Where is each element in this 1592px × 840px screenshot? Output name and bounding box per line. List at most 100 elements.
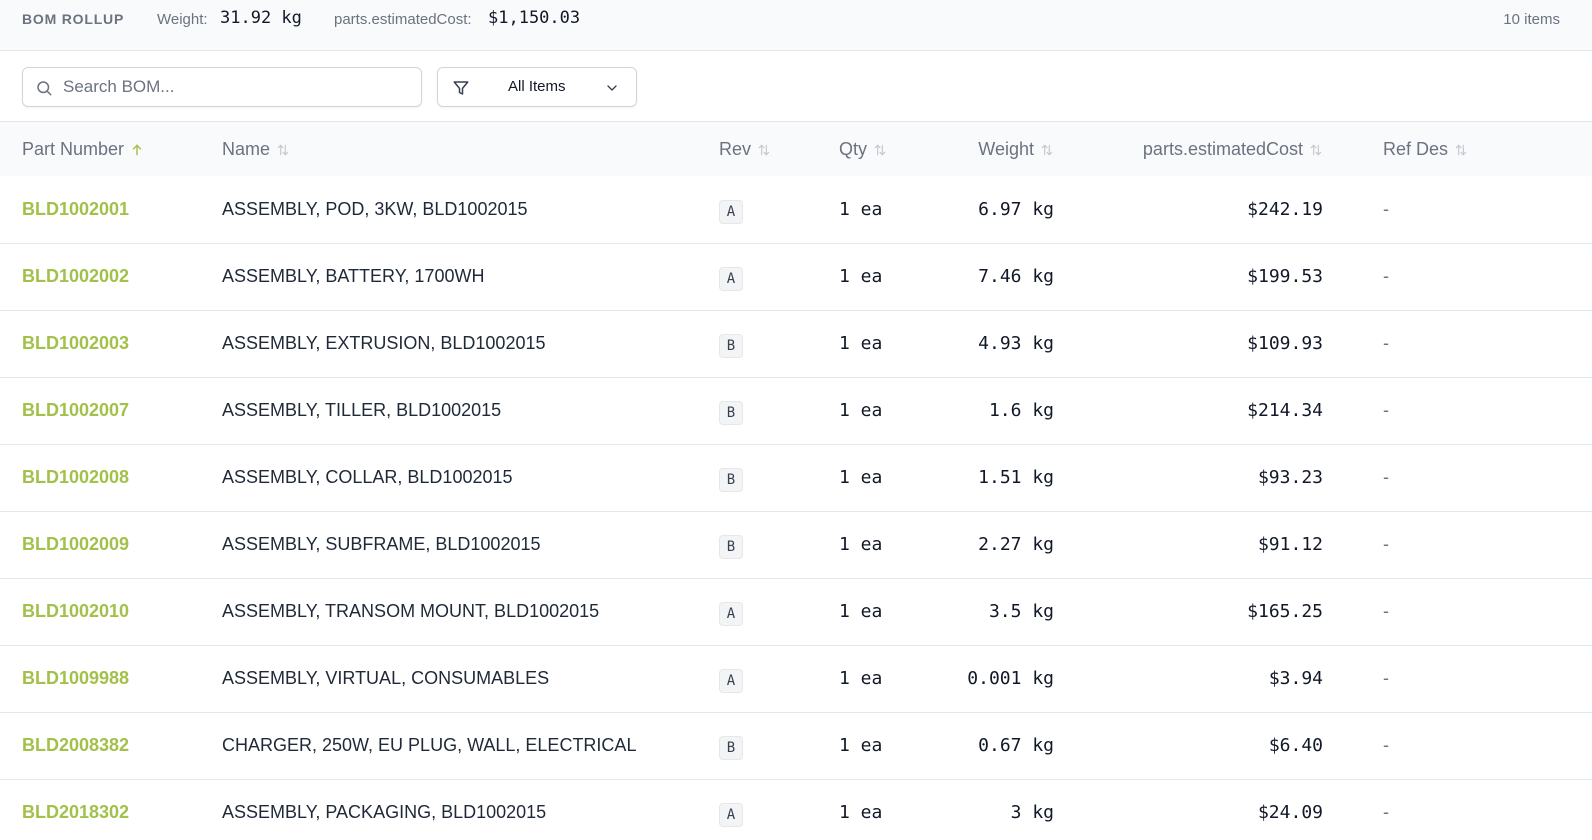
table-row[interactable]: BLD1002010 ASSEMBLY, TRANSOM MOUNT, BLD1… (0, 579, 1592, 646)
ref-des: - (1383, 735, 1389, 755)
table-row[interactable]: BLD1002008 ASSEMBLY, COLLAR, BLD1002015 … (0, 445, 1592, 512)
part-number-link[interactable]: BLD1009988 (22, 668, 129, 689)
table-row[interactable]: BLD1002009 ASSEMBLY, SUBFRAME, BLD100201… (0, 512, 1592, 579)
quantity: 1 ea (839, 199, 883, 220)
filter-selected-value: All Items (508, 78, 566, 95)
part-number-link[interactable]: BLD1002003 (22, 333, 129, 354)
part-name: CHARGER, 250W, EU PLUG, WALL, ELECTRICAL (222, 735, 637, 755)
sort-icon (1310, 144, 1322, 155)
part-name: ASSEMBLY, BATTERY, 1700WH (222, 266, 485, 286)
estimated-cost: $93.23 (1257, 467, 1323, 488)
search-box[interactable] (22, 67, 422, 107)
filter-icon (453, 81, 469, 95)
weight: 7.46 kg (978, 266, 1054, 287)
ref-des: - (1383, 199, 1389, 219)
column-header-ref-des[interactable]: Ref Des (1383, 139, 1468, 160)
quantity: 1 ea (839, 668, 883, 689)
weight: 3 kg (1010, 802, 1054, 823)
search-input[interactable] (63, 68, 413, 106)
column-header-weight[interactable]: Weight (978, 139, 1054, 160)
weight: 6.97 kg (978, 199, 1054, 220)
revision-badge: B (719, 401, 743, 425)
ref-des: - (1383, 601, 1389, 621)
ref-des: - (1383, 400, 1389, 420)
quantity: 1 ea (839, 400, 883, 421)
weight: 4.93 kg (978, 333, 1054, 354)
table-row[interactable]: BLD1002001 ASSEMBLY, POD, 3KW, BLD100201… (0, 177, 1592, 244)
weight: 3.5 kg (988, 601, 1054, 622)
part-number-link[interactable]: BLD1002002 (22, 266, 129, 287)
sort-icon (1455, 144, 1467, 155)
part-name: ASSEMBLY, TRANSOM MOUNT, BLD1002015 (222, 601, 600, 621)
ref-des: - (1383, 802, 1389, 822)
chevron-down-icon (607, 85, 617, 91)
ref-des: - (1383, 534, 1389, 554)
part-name: ASSEMBLY, POD, 3KW, BLD1002015 (222, 199, 528, 219)
sort-icon (758, 144, 770, 155)
column-header-estimated-cost[interactable]: parts.estimatedCost (1143, 139, 1323, 160)
estimated-cost: $91.12 (1257, 534, 1323, 555)
estimated-cost: $165.25 (1247, 601, 1323, 622)
weight-total: 31.92 kg (220, 8, 302, 28)
rollup-title: BOM ROLLUP (22, 11, 125, 27)
column-header-rev[interactable]: Rev (719, 139, 771, 160)
filter-dropdown[interactable]: All Items (437, 67, 637, 107)
part-name: ASSEMBLY, COLLAR, BLD1002015 (222, 467, 513, 487)
part-number-link[interactable]: BLD1002010 (22, 601, 129, 622)
sort-ascending-icon (132, 144, 142, 155)
quantity: 1 ea (839, 333, 883, 354)
quantity: 1 ea (839, 601, 883, 622)
revision-badge: B (719, 736, 743, 760)
revision-badge: A (719, 267, 743, 291)
part-number-link[interactable]: BLD2018302 (22, 802, 129, 823)
column-header-qty[interactable]: Qty (839, 139, 887, 160)
estimated-cost: $199.53 (1247, 266, 1323, 287)
part-name: ASSEMBLY, SUBFRAME, BLD1002015 (222, 534, 541, 554)
table-row[interactable]: BLD1002002 ASSEMBLY, BATTERY, 1700WH A 1… (0, 244, 1592, 311)
revision-badge: A (719, 602, 743, 626)
table-row[interactable]: BLD1002003 ASSEMBLY, EXTRUSION, BLD10020… (0, 311, 1592, 378)
sort-icon (277, 144, 289, 155)
quantity: 1 ea (839, 534, 883, 555)
estimated-cost: $109.93 (1247, 333, 1323, 354)
part-number-link[interactable]: BLD1002008 (22, 467, 129, 488)
weight: 2.27 kg (978, 534, 1054, 555)
toolbar: All Items (0, 51, 1592, 122)
column-header-part-number[interactable]: Part Number (22, 139, 144, 160)
column-header-name[interactable]: Name (222, 139, 290, 160)
search-icon (37, 81, 52, 96)
sort-icon (874, 144, 886, 155)
estimated-cost: $242.19 (1247, 199, 1323, 220)
estimated-cost: $3.94 (1268, 668, 1323, 689)
weight: 1.6 kg (988, 400, 1054, 421)
part-number-link[interactable]: BLD1002001 (22, 199, 129, 220)
item-count: 10 items (1503, 11, 1560, 28)
ref-des: - (1383, 333, 1389, 353)
weight: 0.001 kg (967, 668, 1054, 689)
estimated-cost: $24.09 (1257, 802, 1323, 823)
part-number-link[interactable]: BLD1002007 (22, 400, 129, 421)
weight: 0.67 kg (978, 735, 1054, 756)
ref-des: - (1383, 467, 1389, 487)
table-row[interactable]: BLD2008382 CHARGER, 250W, EU PLUG, WALL,… (0, 713, 1592, 780)
revision-badge: B (719, 535, 743, 559)
revision-badge: B (719, 468, 743, 492)
part-number-link[interactable]: BLD2008382 (22, 735, 129, 756)
part-name: ASSEMBLY, TILLER, BLD1002015 (222, 400, 502, 420)
part-number-link[interactable]: BLD1002009 (22, 534, 129, 555)
quantity: 1 ea (839, 802, 883, 823)
ref-des: - (1383, 266, 1389, 286)
ref-des: - (1383, 668, 1389, 688)
table-row[interactable]: BLD1002007 ASSEMBLY, TILLER, BLD1002015 … (0, 378, 1592, 445)
cost-label: parts.estimatedCost: (334, 11, 472, 28)
revision-badge: A (719, 803, 743, 827)
table-header: Part Number Name Rev Qty Weight parts.es… (0, 122, 1592, 176)
part-name: ASSEMBLY, PACKAGING, BLD1002015 (222, 802, 547, 822)
cost-total: $1,150.03 (488, 8, 581, 28)
quantity: 1 ea (839, 266, 883, 287)
sort-icon (1041, 144, 1053, 155)
table-row[interactable]: BLD2018302 ASSEMBLY, PACKAGING, BLD10020… (0, 780, 1592, 840)
weight: 1.51 kg (978, 467, 1054, 488)
revision-badge: B (719, 334, 743, 358)
table-row[interactable]: BLD1009988 ASSEMBLY, VIRTUAL, CONSUMABLE… (0, 646, 1592, 713)
